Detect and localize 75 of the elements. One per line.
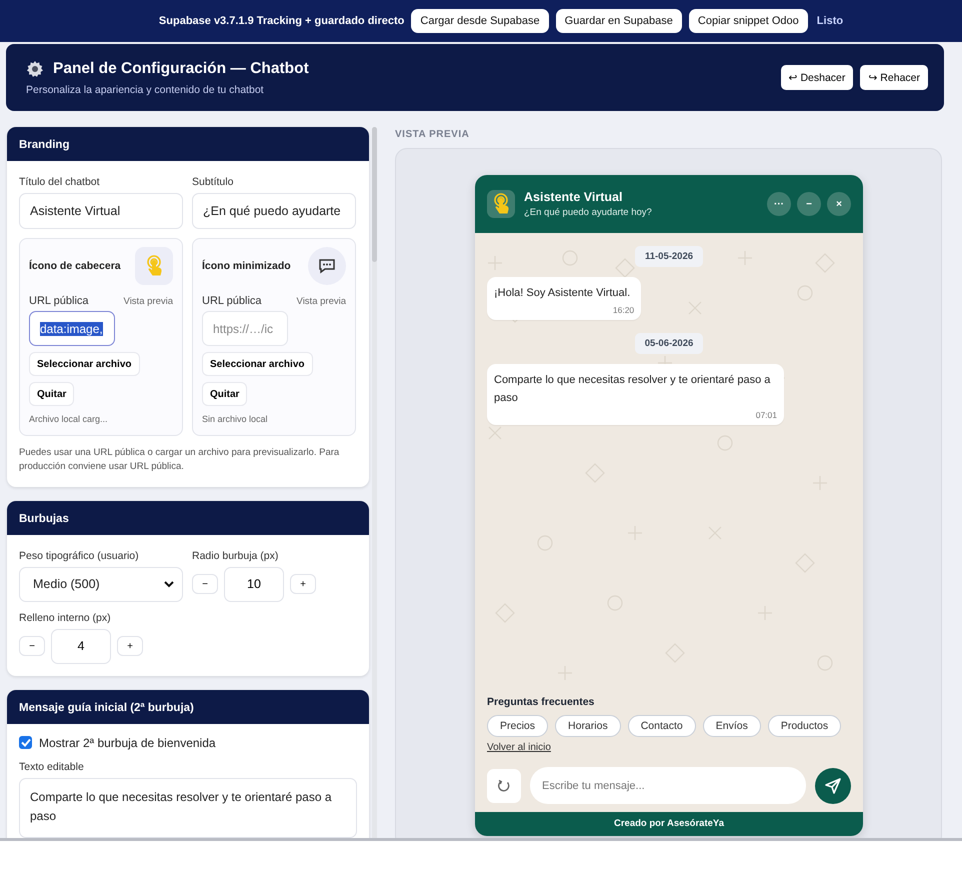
icon-card-title: Ícono minimizado	[202, 260, 291, 272]
card-title: Burbujas	[7, 500, 369, 534]
url-field[interactable]: data:image,	[29, 311, 115, 346]
field-label: Subtítulo	[192, 176, 234, 188]
chat-title: Asistente Virtual	[524, 190, 624, 204]
date-chip: 05-06-2026	[634, 332, 704, 354]
number-field[interactable]: 4	[51, 628, 111, 664]
checkbox-label: Mostrar 2ª burbuja de bienvenida	[39, 736, 216, 750]
faq-title: Preguntas frecuentes	[487, 696, 596, 708]
checkbox[interactable]	[19, 736, 32, 749]
faq-chip[interactable]: Precios	[487, 715, 548, 737]
back-link[interactable]: Volver al inicio	[487, 742, 551, 753]
message-text: ¡Hola! Soy Asistente Virtual.	[494, 286, 632, 301]
faq-chip[interactable]: Contacto	[628, 715, 696, 737]
faq-chip[interactable]: Envíos	[702, 715, 761, 737]
send-button[interactable]	[815, 768, 851, 804]
text-field[interactable]: ¿En qué puedo ayudarte	[192, 193, 356, 229]
date-chip: 11-05-2026	[634, 246, 704, 267]
redo-button[interactable]: ↪ Rehacer	[860, 65, 928, 90]
preview-label: Vista previa	[124, 296, 173, 307]
remove-button[interactable]: Quitar	[29, 382, 74, 406]
message-time: 16:20	[612, 304, 634, 315]
panel-subtitle: Personaliza la apariencia y contenido de tu chatbot	[26, 84, 265, 96]
scrollbar-thumb[interactable]	[372, 127, 377, 262]
message-time: 07:01	[754, 410, 777, 420]
gear-icon	[26, 60, 44, 78]
card-title: Branding	[7, 127, 369, 161]
icon-card-title: Ícono de cabecera	[29, 260, 121, 272]
message-text: Comparte lo que necesitas resolver y te orientaré paso a paso	[494, 372, 772, 406]
preview-label: Vista previa	[296, 296, 346, 307]
field-label: Radio burbuja (px)	[192, 550, 280, 562]
message-input[interactable]: Escribe tu mensaje...	[530, 767, 806, 804]
close-button[interactable]: ×	[827, 192, 851, 216]
toolbar-button[interactable]: Cargar desde Supabase	[411, 9, 549, 33]
chat-subtitle: ¿En qué puedo ayudarte hoy?	[524, 207, 653, 218]
help-text: Puedes usar una URL pública o cargar un archivo para previsualizarlo. Para producción conviene usar URL pública.	[19, 446, 340, 474]
field-label: URL pública	[202, 295, 262, 307]
section-label: VISTA PREVIA	[395, 129, 470, 140]
number-field[interactable]: 10	[224, 566, 284, 602]
toolbar-button[interactable]: Copiar snippet Odoo	[688, 9, 808, 33]
more-button[interactable]: ···	[767, 192, 791, 216]
done-link[interactable]: Listo	[816, 15, 844, 27]
file-status: Sin archivo local	[202, 414, 269, 424]
app-version-title: Supabase v3.7.1.9 Tracking + guardado directo	[158, 15, 404, 27]
panel-title: Panel de Configuración — Chatbot	[53, 60, 309, 78]
field-label: Relleno interno (px)	[19, 612, 112, 624]
increment-button[interactable]: +	[290, 574, 316, 594]
weight-dropdown[interactable]: Medio (500)	[19, 566, 183, 602]
chat-bubble-icon	[318, 258, 336, 274]
chat-footer: Creado por AsesórateYa	[475, 812, 863, 836]
remove-button[interactable]: Quitar	[202, 382, 248, 406]
send-icon	[824, 776, 842, 794]
reset-button[interactable]	[487, 768, 521, 802]
field-label: URL pública	[29, 295, 89, 307]
minimize-button[interactable]: −	[797, 192, 821, 216]
field-label: Título del chatbot	[19, 176, 101, 188]
scrollbar[interactable]	[372, 127, 377, 838]
toolbar-button[interactable]: Guardar en Supabase	[556, 9, 682, 33]
chevron-down-icon	[164, 580, 174, 588]
select-file-button[interactable]: Seleccionar archivo	[202, 352, 312, 376]
card-title: Mensaje guía inicial (2ª burbuja)	[7, 690, 369, 724]
undo-button[interactable]: ↩ Deshacer	[780, 65, 854, 90]
refresh-icon	[497, 778, 511, 792]
field-label: Texto editable	[19, 760, 85, 772]
field-label: Peso tipográfico (usuario)	[19, 550, 140, 562]
decrement-button[interactable]: −	[192, 574, 218, 594]
faq-chip[interactable]: Horarios	[555, 715, 621, 737]
select-file-button[interactable]: Seleccionar archivo	[29, 352, 140, 376]
faq-chip[interactable]: Productos	[768, 715, 842, 737]
decrement-button[interactable]: −	[19, 636, 45, 656]
url-field[interactable]: https://…/ic	[202, 311, 288, 346]
text-field[interactable]: Asistente Virtual	[19, 193, 183, 229]
increment-button[interactable]: +	[117, 636, 143, 656]
file-status: Archivo local carg...	[29, 414, 109, 424]
text-area[interactable]: Comparte lo que necesitas resolver y te orientaré paso a paso	[19, 778, 357, 838]
